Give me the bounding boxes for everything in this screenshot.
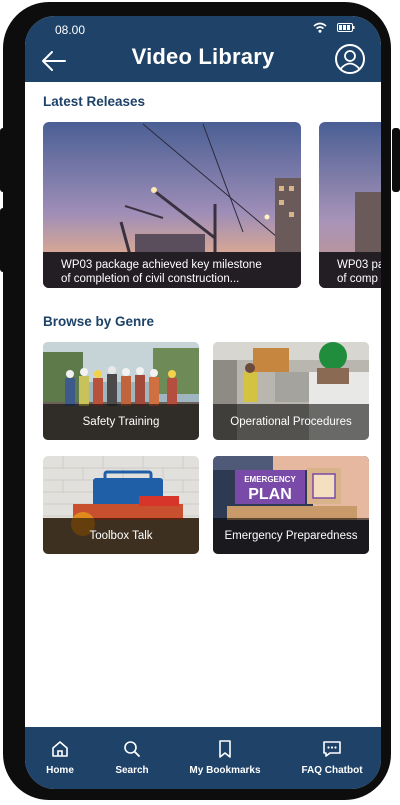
genre-card-toolbox-talk[interactable]: Toolbox Talk (43, 456, 199, 554)
release-caption: WP03 package achieved key milestone of c… (43, 252, 301, 288)
genre-label: Emergency Preparedness (213, 518, 369, 554)
chat-icon (323, 741, 341, 757)
nav-label: Home (46, 765, 74, 776)
release-card[interactable]: WP03 pa of comp (319, 122, 381, 288)
caption-line: WP03 package achieved key milestone (61, 259, 262, 271)
latest-releases-heading: Latest Releases (43, 94, 146, 109)
bookmark-icon (219, 740, 231, 758)
browse-genre-heading: Browse by Genre (43, 314, 155, 329)
search-icon (124, 741, 140, 757)
caption-line: of completion of civil construction... (61, 273, 240, 285)
nav-item-faq-chatbot[interactable]: FAQ Chatbot (295, 739, 369, 776)
phone-side-button (392, 128, 400, 192)
caption-line: WP03 pa (337, 259, 381, 271)
genre-label: Operational Procedures (213, 404, 369, 440)
wifi-icon (313, 22, 327, 33)
genre-label: Toolbox Talk (43, 518, 199, 554)
bottom-navigation: Home Search My Bookmarks FAQ Chatbot (25, 727, 381, 789)
release-caption: WP03 pa of comp (319, 252, 381, 288)
nav-label: Search (115, 765, 149, 776)
plan-line1: EMERGENCY (244, 475, 296, 484)
battery-icon (337, 23, 355, 32)
release-card[interactable]: WP03 package achieved key milestone of c… (43, 122, 301, 288)
genre-card-emergency-preparedness[interactable]: EMERGENCY PLAN Emergency Preparedness (213, 456, 369, 554)
genre-card-safety-training[interactable]: Safety Training (43, 342, 199, 440)
nav-item-home[interactable]: Home (37, 739, 83, 776)
app-header: 08.00 Video Library (25, 16, 381, 82)
genre-label: Safety Training (43, 404, 199, 440)
status-icons (313, 22, 355, 33)
nav-item-search[interactable]: Search (107, 739, 157, 776)
nav-item-bookmarks[interactable]: My Bookmarks (185, 739, 265, 776)
nav-label: FAQ Chatbot (301, 765, 363, 776)
caption-line: of comp (337, 273, 378, 285)
plan-line2: PLAN (248, 486, 292, 503)
status-time: 08.00 (55, 23, 86, 37)
page-title: Video Library (131, 44, 275, 69)
home-icon (52, 741, 68, 757)
genre-card-operational-procedures[interactable]: Operational Procedures (213, 342, 369, 440)
nav-label: My Bookmarks (189, 765, 261, 776)
profile-avatar-icon[interactable] (335, 44, 365, 74)
phone-frame: 08.00 Video Library Latest Releases WP03… (3, 2, 391, 800)
app-screen: 08.00 Video Library Latest Releases WP03… (25, 16, 381, 789)
